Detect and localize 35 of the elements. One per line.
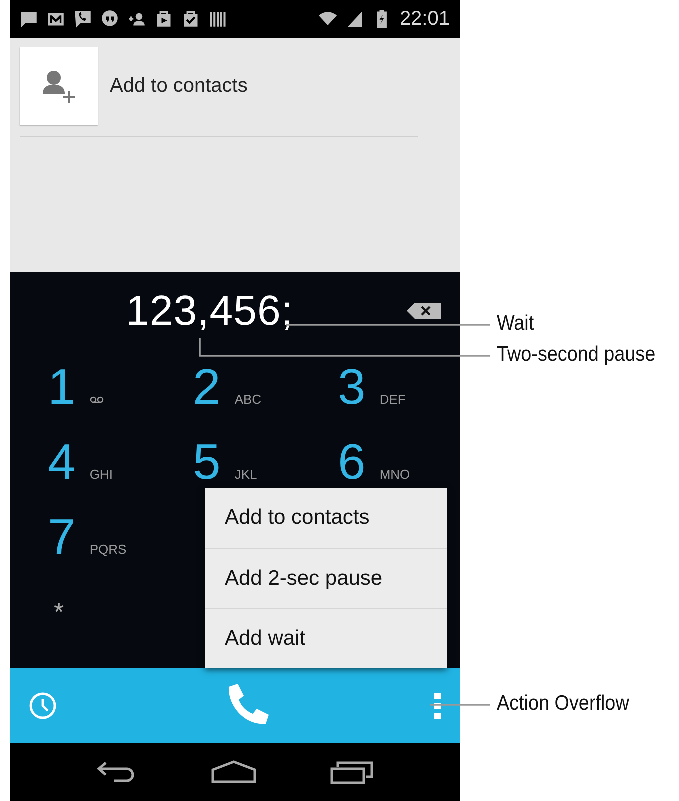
recent-apps-icon[interactable]: [330, 759, 374, 785]
home-icon[interactable]: [210, 760, 257, 784]
leader-line: [430, 704, 490, 706]
callout-label: Wait: [497, 312, 534, 336]
dial-key[interactable]: 4: [48, 425, 76, 500]
signal-icon: [346, 10, 364, 28]
phone-icon: [74, 10, 92, 28]
key-letters: JKL: [234, 467, 258, 482]
dial-key[interactable]: 2: [193, 350, 221, 425]
dial-key[interactable]: 7: [48, 500, 76, 575]
overflow-menu-icon[interactable]: [434, 692, 442, 718]
backspace-icon[interactable]: [407, 303, 441, 319]
barcode-icon: [209, 10, 227, 28]
chat-icon: [101, 10, 119, 28]
key-letters: ABC: [234, 392, 262, 407]
add-to-contacts-link[interactable]: Add to contacts: [110, 74, 248, 98]
check-bag-icon: [182, 10, 200, 28]
clock-time: 22:01: [400, 8, 450, 30]
wifi-icon: [318, 10, 337, 28]
callout-label: Action Overflow: [497, 692, 630, 716]
message-icon: [20, 10, 38, 28]
menu-item[interactable]: Add 2-sec pause: [205, 548, 447, 608]
callout-label: Two-second pause: [497, 343, 656, 367]
key-letters: PQRS: [90, 542, 127, 557]
dialed-number: 123,456;: [126, 287, 294, 335]
dial-key[interactable]: *: [48, 575, 64, 650]
play-bag-icon: [155, 10, 173, 28]
key-letters: MNO: [380, 467, 410, 482]
add-contact-icon: [41, 68, 77, 104]
key-letters: DEF: [380, 392, 406, 407]
contact-photo-tile[interactable]: [20, 47, 98, 125]
dial-key[interactable]: 1: [48, 350, 76, 425]
key-letters: GHI: [90, 467, 113, 482]
menu-item[interactable]: Add to contacts: [205, 488, 447, 548]
dial-key[interactable]: 3: [338, 350, 366, 425]
